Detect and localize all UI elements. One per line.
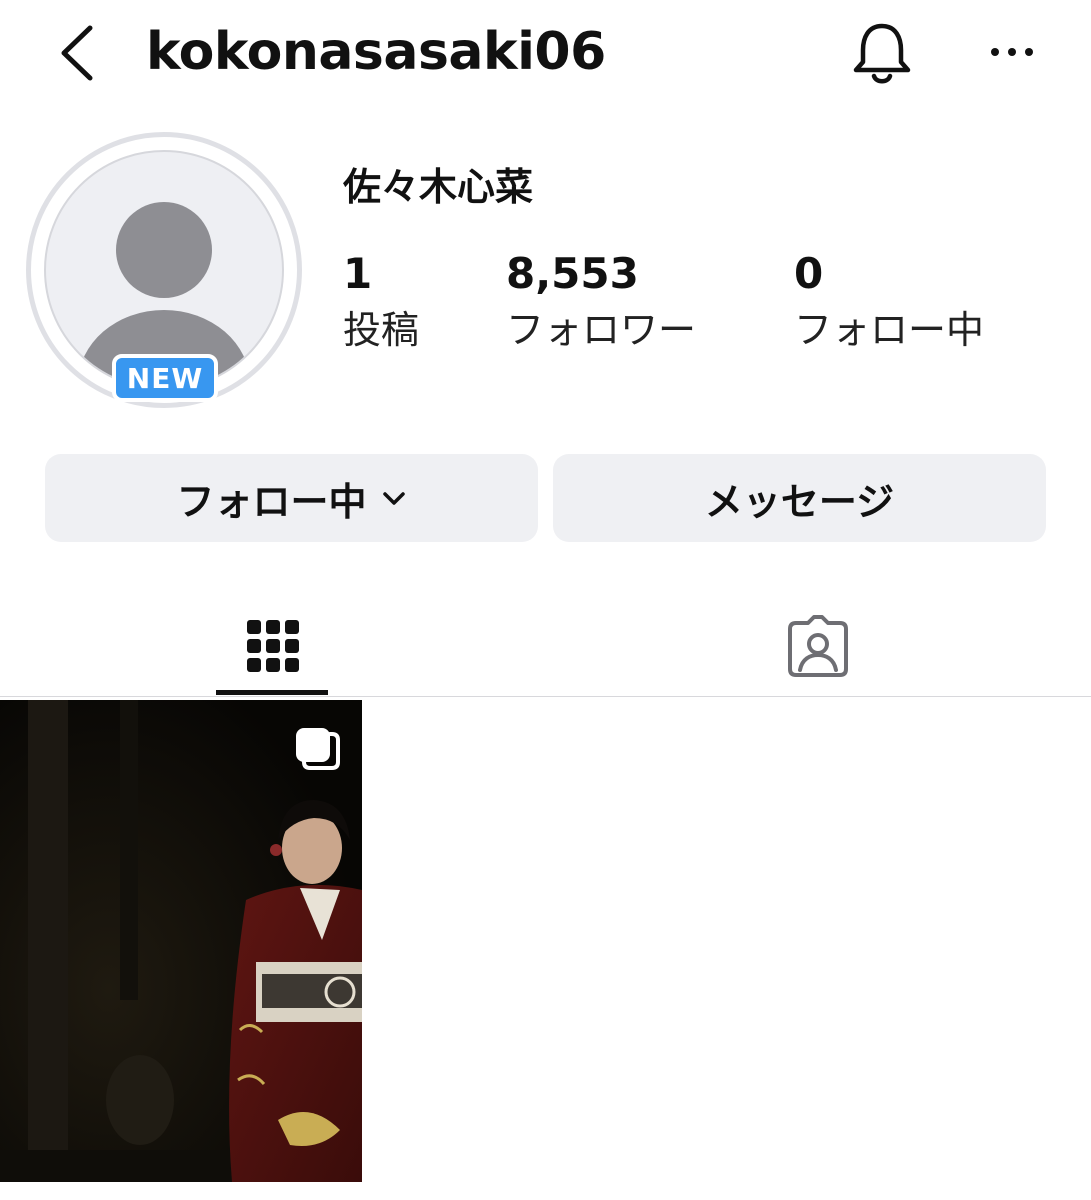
followers-stat[interactable]: 8,553 フォロワー xyxy=(506,246,696,358)
new-badge: NEW xyxy=(112,354,218,402)
posts-count: 1 xyxy=(343,249,373,298)
grid-icon xyxy=(246,620,299,672)
display-name: 佐々木心菜 xyxy=(343,165,534,209)
notifications-button[interactable] xyxy=(846,16,918,88)
following-button[interactable]: フォロー中 xyxy=(45,454,538,542)
multiple-images-icon xyxy=(292,726,344,772)
message-button[interactable]: メッセージ xyxy=(553,454,1046,542)
message-button-label: メッセージ xyxy=(704,479,895,524)
profile-username: kokonasasaki06 xyxy=(146,22,606,82)
back-button[interactable] xyxy=(52,18,108,88)
tagged-person-icon xyxy=(788,615,848,677)
followers-label: フォロワー xyxy=(506,308,697,352)
more-options-button[interactable] xyxy=(982,30,1042,74)
tab-grid[interactable] xyxy=(0,596,545,696)
tab-active-indicator xyxy=(216,690,328,695)
post-thumbnail[interactable] xyxy=(0,700,362,1182)
following-label: フォロー中 xyxy=(794,308,985,352)
following-count: 0 xyxy=(794,249,824,298)
bell-icon xyxy=(853,23,911,84)
posts-stat[interactable]: 1 投稿 xyxy=(343,246,419,358)
tab-divider xyxy=(0,696,1091,697)
more-horizontal-icon xyxy=(991,48,1033,56)
chevron-down-icon xyxy=(381,489,407,507)
posts-label: 投稿 xyxy=(343,308,420,352)
followers-count: 8,553 xyxy=(506,249,639,298)
tab-tagged[interactable] xyxy=(545,596,1091,696)
following-button-label: フォロー中 xyxy=(176,479,367,524)
chevron-left-icon xyxy=(61,25,93,81)
post-photo xyxy=(0,700,362,1182)
following-stat[interactable]: 0 フォロー中 xyxy=(794,246,984,358)
